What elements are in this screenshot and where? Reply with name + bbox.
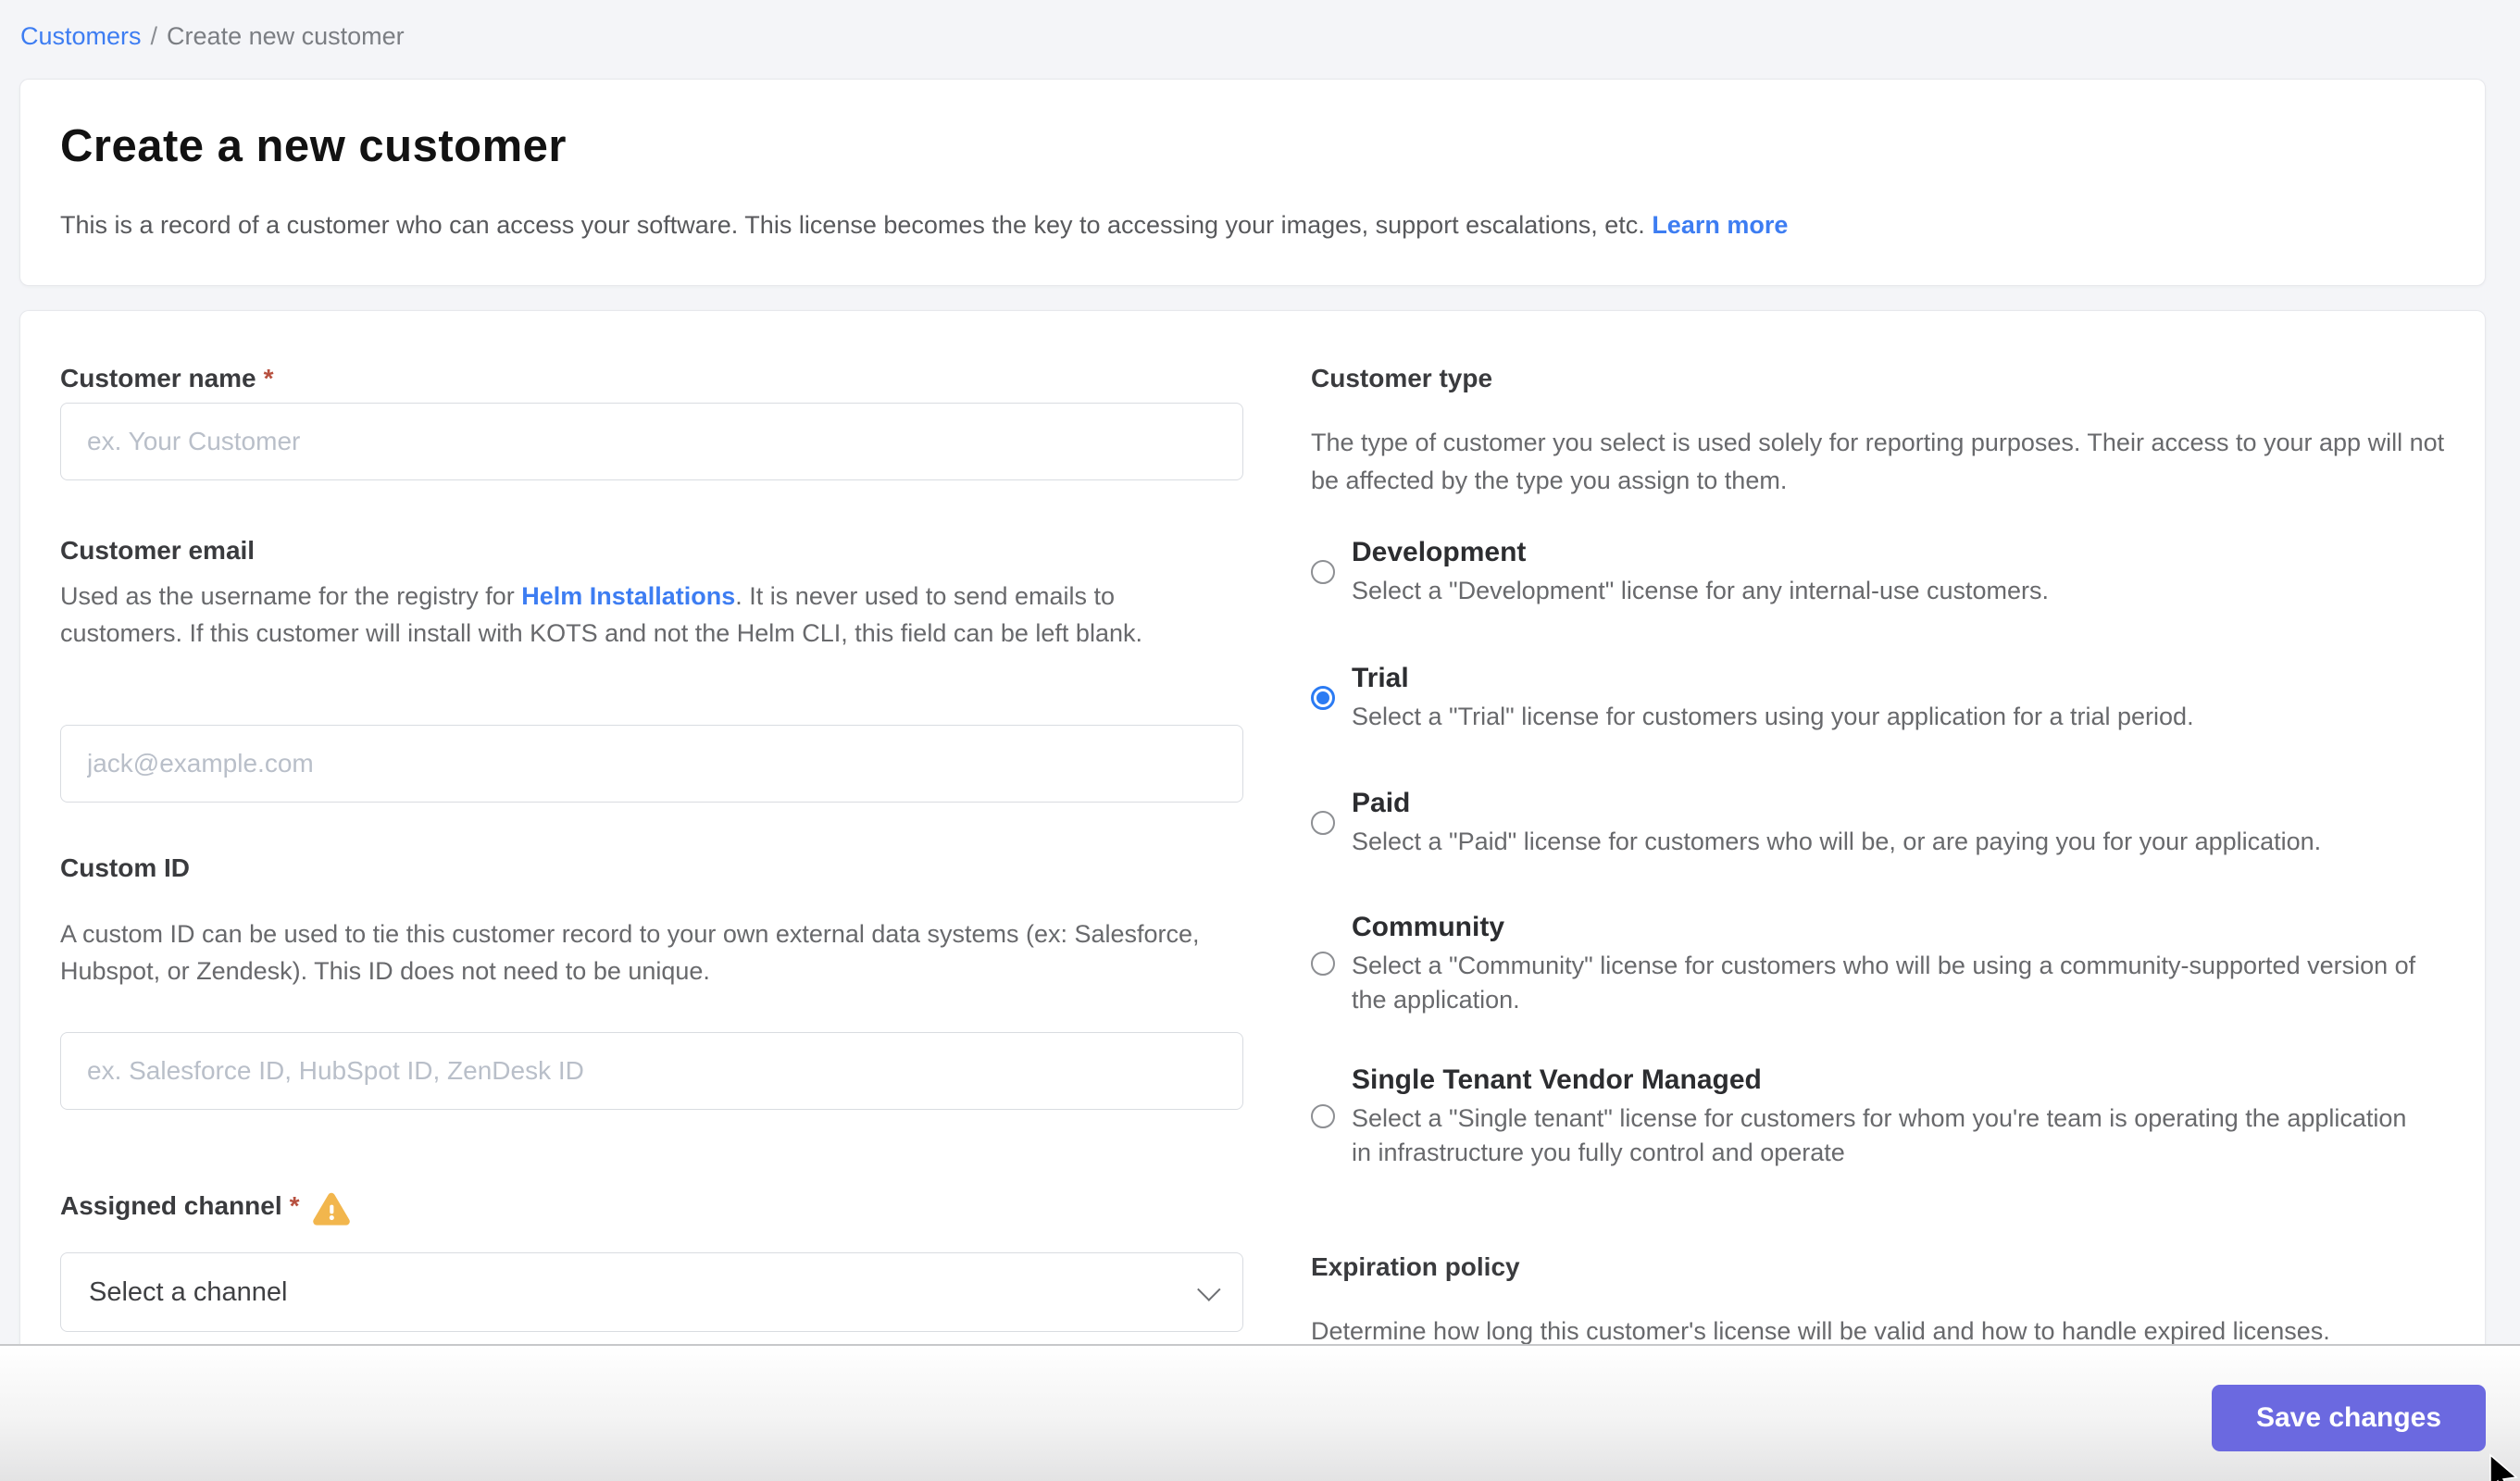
breadcrumb-separator: / [151,22,158,50]
customer-type-options: Development Select a "Development" licen… [1311,535,2459,1170]
radio-development-title: Development [1352,535,2426,570]
radio-community-description: Select a "Community" license for custome… [1352,949,2426,1017]
expiration-policy-heading: Expiration policy [1311,1252,1520,1282]
customer-email-input[interactable] [60,725,1243,803]
customer-name-required-asterisk: * [264,364,274,392]
radio-paid[interactable] [1311,811,1335,835]
radio-community-text: Community Select a "Community" license f… [1352,910,2426,1017]
breadcrumb-customers-link[interactable]: Customers [20,22,142,50]
assigned-channel-selected-value: Select a channel [89,1277,1198,1308]
mouse-cursor [2485,1453,2520,1481]
save-changes-button[interactable]: Save changes [2212,1385,2486,1451]
radio-community-title: Community [1352,910,2426,945]
radio-single-tenant-title: Single Tenant Vendor Managed [1352,1063,2426,1098]
customer-name-label-row: Customer name * [60,364,274,393]
customer-email-label: Customer email [60,536,255,565]
radio-development-text: Development Select a "Development" licen… [1352,535,2426,608]
custom-id-label: Custom ID [60,853,190,882]
radio-community[interactable] [1311,952,1335,976]
radio-option-paid[interactable]: Paid Select a "Paid" license for custome… [1311,786,2459,859]
customer-email-label-row: Customer email [60,536,255,566]
customer-email-description-before: Used as the username for the registry fo… [60,582,521,610]
custom-id-description: A custom ID can be used to tie this cust… [60,915,1243,989]
radio-paid-text: Paid Select a "Paid" license for custome… [1352,786,2426,859]
form-left-column: Customer name * Customer email Used as th… [60,311,1243,1345]
warning-icon [313,1192,350,1227]
customer-name-label: Customer name [60,364,256,392]
assigned-channel-required-asterisk: * [290,1191,300,1221]
radio-development-description: Select a "Development" license for any i… [1352,574,2426,608]
assigned-channel-select[interactable]: Select a channel [60,1252,1243,1332]
page-description-text: This is a record of a customer who can a… [60,211,1645,239]
radio-trial-title: Trial [1352,661,2426,696]
customer-name-input[interactable] [60,403,1243,480]
assigned-channel-label-row: Assigned channel * [60,1189,350,1224]
radio-single-tenant-description: Select a "Single tenant" license for cus… [1352,1101,2426,1170]
page-description: This is a record of a customer who can a… [60,211,1788,240]
helm-installations-link[interactable]: Helm Installations [521,582,735,610]
radio-option-single-tenant[interactable]: Single Tenant Vendor Managed Select a "S… [1311,1063,2459,1170]
radio-single-tenant-text: Single Tenant Vendor Managed Select a "S… [1352,1063,2426,1170]
radio-paid-description: Select a "Paid" license for customers wh… [1352,825,2426,859]
radio-single-tenant[interactable] [1311,1104,1335,1128]
assigned-channel-label: Assigned channel [60,1191,282,1221]
radio-trial-description: Select a "Trial" license for customers u… [1352,700,2426,734]
expiration-policy-heading-text: Expiration policy [1311,1252,1520,1281]
form-card: Customer name * Customer email Used as th… [19,310,2486,1345]
header-card: Create a new customer This is a record o… [19,79,2486,286]
customer-type-heading: Customer type [1311,364,1492,393]
radio-option-community[interactable]: Community Select a "Community" license f… [1311,910,2459,1017]
breadcrumb-current: Create new customer [167,22,405,50]
customer-email-description: Used as the username for the registry fo… [60,578,1243,652]
radio-option-development[interactable]: Development Select a "Development" licen… [1311,535,2459,608]
custom-id-input[interactable] [60,1032,1243,1110]
customer-type-heading-text: Customer type [1311,364,1492,392]
chevron-down-icon [1197,1277,1220,1301]
custom-id-label-row: Custom ID [60,853,190,883]
radio-development[interactable] [1311,560,1335,584]
page-title: Create a new customer [60,120,567,172]
footer-bar: Save changes [0,1344,2520,1481]
radio-paid-title: Paid [1352,786,2426,821]
form-right-column: Customer type The type of customer you s… [1311,311,2459,1345]
radio-option-trial[interactable]: Trial Select a "Trial" license for custo… [1311,661,2459,734]
customer-type-description: The type of customer you select is used … [1311,424,2459,500]
radio-trial-text: Trial Select a "Trial" license for custo… [1352,661,2426,734]
learn-more-link[interactable]: Learn more [1652,211,1788,239]
breadcrumb: Customers / Create new customer [20,22,405,51]
radio-trial[interactable] [1311,686,1335,710]
